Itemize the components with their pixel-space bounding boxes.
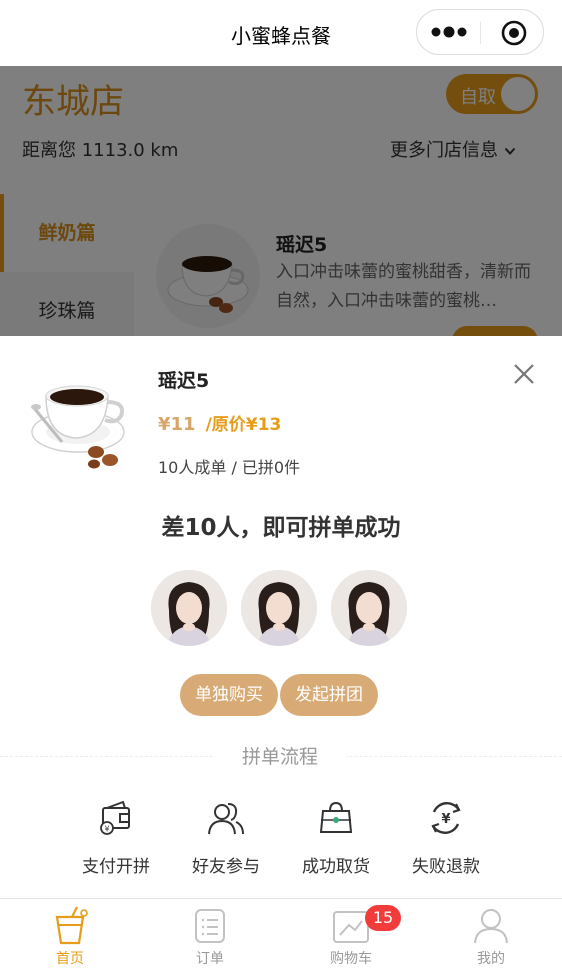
miniprogram-capsule [416,9,544,55]
refund-icon: ¥ [431,802,461,834]
svg-text:¥: ¥ [104,825,109,834]
group-price: ¥11 [158,414,196,435]
tab-label: 首页 [56,951,84,967]
flow-step-label: 好友参与 [192,857,260,877]
svg-text:¥: ¥ [441,812,450,827]
wallet-icon: ¥ [100,800,130,835]
avatar [331,570,407,646]
tab-profile[interactable]: 我的 [421,899,561,973]
popup-product-name: 瑶迟5 [158,370,210,392]
more-options-icon[interactable] [431,24,467,40]
flow-step-label: 失败退款 [412,857,480,877]
flow-step-label: 成功取货 [302,857,370,877]
tab-label: 购物车 [330,951,372,967]
group-buy-popup: 瑶迟5 ¥11/原价¥13 10人成单 / 已拼0件 差10人，即可拼单成功 单… [0,336,562,898]
tab-label: 订单 [196,951,224,967]
tab-cart[interactable]: 15 购物车 [281,899,421,973]
price-row: ¥11/原价¥13 [158,410,281,435]
bottom-tab-bar: 首页 订单 15 购物车 我的 [0,898,562,973]
bag-icon [319,801,353,833]
start-group-button[interactable]: 发起拼团 [280,674,378,716]
flow-step-pay: ¥ 支付开拼 [61,798,171,877]
flow-step-pickup: 成功取货 [281,798,391,877]
cart-icon [333,911,369,943]
flow-title: 拼单流程 [214,742,346,769]
avatar [151,570,227,646]
profile-icon [474,909,508,944]
avatar [241,570,317,646]
buy-alone-button[interactable]: 单独购买 [180,674,278,716]
close-icon[interactable] [510,360,538,388]
group-needed-message: 差10人，即可拼单成功 [161,515,401,541]
cart-count-badge: 15 [365,905,401,931]
friends-icon [208,803,244,835]
coffee-cup-image [28,362,132,474]
capsule-divider [480,22,481,44]
close-miniprogram-icon[interactable] [500,19,528,47]
home-cup-icon [55,906,88,945]
participant-avatars [151,570,411,648]
group-stats: 10人成单 / 已拼0件 [158,458,301,477]
tab-home[interactable]: 首页 [0,899,140,973]
navigation-bar: 小蜜蜂点餐 [0,0,562,66]
original-price: /原价¥13 [205,415,282,435]
tab-label: 我的 [477,951,505,967]
flow-step-label: 支付开拼 [82,857,150,877]
tab-orders[interactable]: 订单 [140,899,280,973]
flow-step-refund: ¥ 失败退款 [391,798,501,877]
order-list-icon [195,909,225,943]
flow-step-friends: 好友参与 [171,798,281,877]
